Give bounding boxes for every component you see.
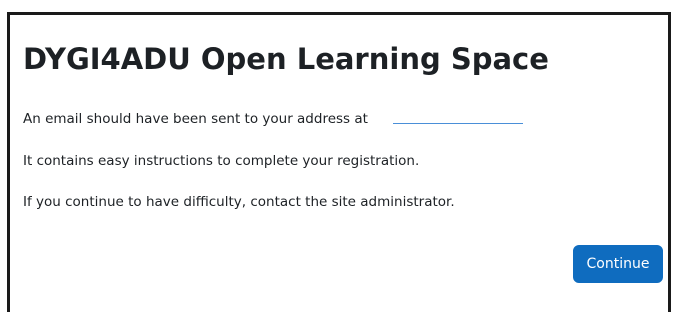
difficulty-message: If you continue to have difficulty, cont… (23, 194, 455, 210)
page-title: DYGI4ADU Open Learning Space (23, 42, 549, 76)
confirmation-panel: DYGI4ADU Open Learning Space An email sh… (7, 12, 671, 312)
instructions-message: It contains easy instructions to complet… (23, 153, 420, 169)
email-address-value (393, 123, 523, 124)
continue-button[interactable]: Continue (573, 245, 663, 283)
email-sent-message: An email should have been sent to your a… (23, 111, 368, 127)
